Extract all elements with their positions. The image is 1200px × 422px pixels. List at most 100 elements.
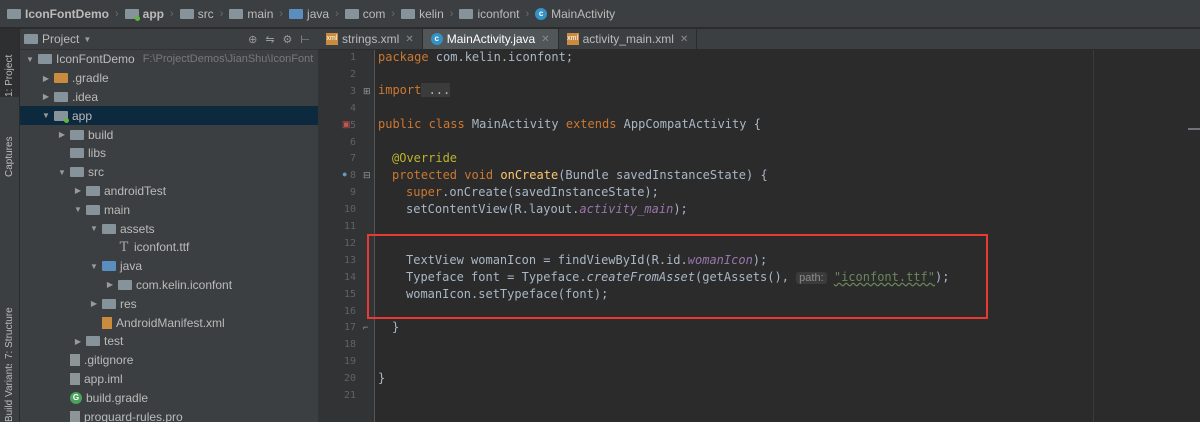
close-icon[interactable]: ✕ [405, 34, 413, 45]
expanded-arrow-icon[interactable]: ▼ [88, 262, 100, 271]
breadcrumb-label: src [197, 6, 214, 21]
tree-item[interactable]: Gbuild.gradle [20, 388, 318, 407]
project-view-selector[interactable]: Project [42, 32, 79, 46]
breadcrumb-java[interactable]: java [286, 0, 332, 28]
breadcrumb-project[interactable]: IconFontDemo [4, 0, 112, 28]
tree-item-label: app [72, 108, 93, 123]
tree-item[interactable]: ▼ src [20, 163, 318, 182]
tree-item[interactable]: ▶ .idea [20, 88, 318, 107]
method-args: (Bundle savedInstanceState) { [558, 168, 768, 182]
line-number: 15 [343, 288, 356, 300]
tab-activity-main-xml[interactable]: xml activity_main.xml ✕ [559, 29, 698, 49]
breadcrumb-main[interactable]: main [226, 0, 276, 28]
chevron-right-icon: › [449, 7, 454, 20]
collapsed-arrow-icon[interactable]: ▶ [56, 130, 68, 139]
expanded-arrow-icon[interactable]: ▼ [56, 168, 68, 177]
tree-item[interactable]: ▼ IconFontDemo F:\ProjectDemos\JianShu\Ico… [20, 50, 318, 69]
tree-item[interactable]: ▶ androidTest [20, 182, 318, 201]
tab-mainactivity-java[interactable]: c MainActivity.java ✕ [422, 29, 559, 49]
breadcrumb-label: IconFontDemo [25, 6, 109, 21]
tree-item[interactable]: libs [20, 144, 318, 163]
package-icon [401, 8, 416, 19]
code-text: } [378, 371, 386, 385]
tree-item-label: build [88, 127, 114, 142]
chevron-down-icon[interactable]: ▼ [83, 35, 91, 44]
close-icon[interactable]: ✕ [680, 34, 688, 45]
breadcrumb-mainactivity[interactable]: c MainActivity [532, 0, 618, 28]
tree-item-label: res [120, 296, 137, 311]
line-number: 6 [349, 136, 356, 148]
expanded-arrow-icon[interactable]: ▼ [72, 205, 84, 214]
tree-item[interactable]: Ticonfont.ttf [20, 238, 318, 257]
package-icon [344, 8, 359, 19]
breadcrumb-iconfont[interactable]: iconfont [456, 0, 522, 28]
project-view-icon [24, 34, 38, 44]
code-line-23: } [378, 371, 385, 385]
module-folder-icon [124, 8, 140, 21]
collapsed-arrow-icon[interactable]: ▶ [40, 92, 52, 101]
tree-item[interactable]: ▼ app [20, 106, 318, 126]
tree-item[interactable]: app.iml [20, 370, 318, 389]
line-number: 4 [349, 102, 356, 114]
hide-icon[interactable]: ⊢ [300, 33, 310, 46]
expanded-arrow-icon[interactable]: ▼ [40, 111, 52, 120]
file-icon [70, 410, 80, 422]
collapsed-arrow-icon[interactable]: ▶ [88, 299, 100, 308]
captures-tool-tab[interactable]: Captures [0, 107, 19, 177]
sync-icon[interactable]: ⊕ [248, 33, 257, 46]
structure-tool-tab[interactable]: 7: Structure [0, 274, 19, 359]
folder-icon [102, 223, 116, 234]
folder-icon [86, 185, 100, 196]
source-folder-icon [102, 261, 116, 272]
tree-item[interactable]: ▶ build [20, 125, 318, 144]
fold-icon[interactable]: ⊟ [363, 170, 371, 181]
project-panel-header: Project ▼ ⊕ ⇋ ⚙ ⊢ [20, 29, 318, 50]
project-tool-tab[interactable]: 1: Project [0, 29, 19, 97]
override-icon[interactable]: ● [342, 169, 347, 179]
line-number: 11 [343, 221, 356, 232]
tree-item[interactable]: AndroidManifest.xml [20, 313, 318, 332]
tree-item[interactable]: ▼ java [20, 257, 318, 276]
android-activity-icon[interactable]: ▣ [342, 119, 351, 130]
tree-item[interactable]: ▶ test [20, 332, 318, 351]
breadcrumb-app[interactable]: app [122, 0, 167, 28]
chevron-right-icon: › [279, 7, 284, 20]
tree-item-label: java [120, 259, 143, 274]
expanded-arrow-icon[interactable]: ▼ [88, 224, 100, 233]
folder-icon [102, 298, 116, 309]
breadcrumb-com[interactable]: com [342, 0, 389, 28]
code-line-12: super.onCreate(savedInstanceState); [406, 185, 659, 199]
expanded-arrow-icon[interactable]: ▼ [24, 55, 36, 64]
tree-item[interactable]: ▶ res [20, 294, 318, 313]
code-line-10: @Override [392, 151, 457, 165]
folded-imports[interactable]: ... [421, 83, 451, 97]
project-tree: ▼ IconFontDemo F:\ProjectDemos\JianShu\Ico… [20, 50, 318, 422]
gear-icon[interactable]: ⚙ [283, 33, 293, 46]
tree-item[interactable]: proguard-rules.pro [20, 407, 318, 422]
tree-item[interactable]: ▼ main [20, 200, 318, 219]
tree-item[interactable]: .gitignore [20, 351, 318, 370]
folder-icon [38, 54, 52, 65]
tree-item[interactable]: ▶ .gradle [20, 69, 318, 88]
fold-icon[interactable]: ⊞ [363, 86, 371, 97]
collapsed-arrow-icon[interactable]: ▶ [72, 337, 84, 346]
tab-strings-xml[interactable]: xml strings.xml ✕ [318, 29, 423, 49]
tree-item[interactable]: ▶ com.kelin.iconfont [20, 276, 318, 295]
scroll-marker[interactable] [1188, 128, 1200, 130]
right-margin-guide [1093, 50, 1094, 422]
line-number: 2 [349, 68, 356, 80]
tree-item[interactable]: ▼ assets [20, 219, 318, 238]
folder-icon [70, 148, 84, 159]
project-path: F:\ProjectDemos\JianShu\IconFont [142, 53, 314, 66]
build-variants-tool-tab[interactable]: Build Variants [0, 364, 19, 422]
close-icon[interactable]: ✕ [541, 34, 549, 45]
collapsed-arrow-icon[interactable]: ▶ [40, 74, 52, 83]
collapsed-arrow-icon[interactable]: ▶ [72, 186, 84, 195]
breadcrumb-src[interactable]: src [177, 0, 217, 28]
collapse-icon[interactable]: ⇋ [265, 33, 274, 46]
collapsed-arrow-icon[interactable]: ▶ [104, 280, 116, 289]
fold-end-icon[interactable]: ⌐ [363, 322, 368, 332]
keyword: import [378, 83, 422, 97]
breadcrumb-kelin[interactable]: kelin [398, 0, 447, 28]
line-number: 8 [349, 170, 356, 182]
